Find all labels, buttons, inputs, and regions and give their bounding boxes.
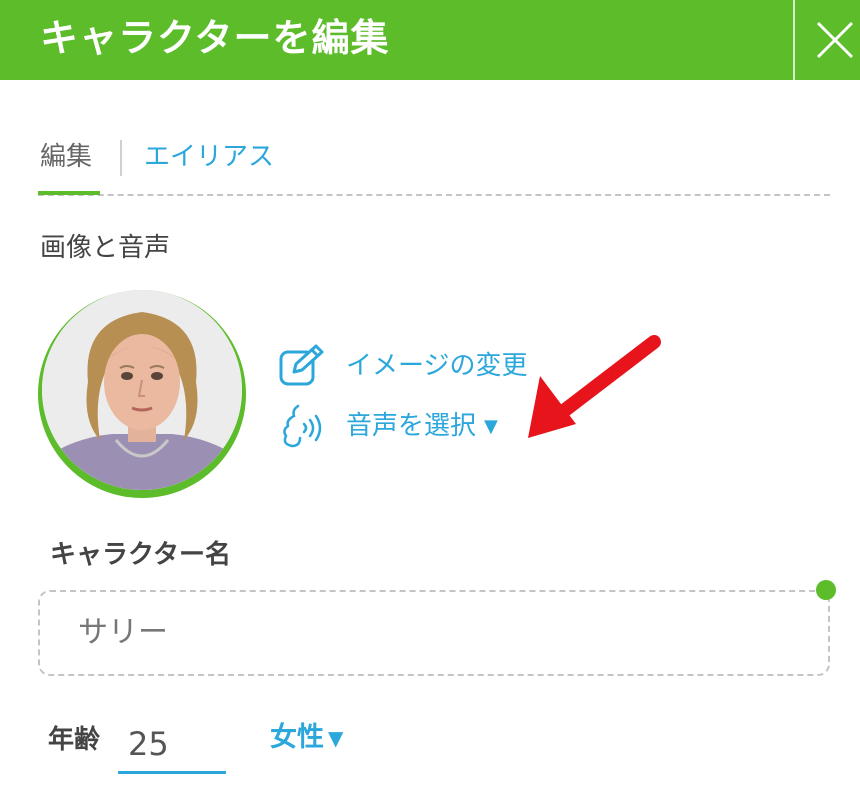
tab-edit[interactable]: 編集 <box>40 140 92 174</box>
header-divider <box>793 0 795 80</box>
character-name-label: キャラクター名 <box>50 540 231 570</box>
change-image-label: イメージの変更 <box>346 351 528 381</box>
section-title-image-voice: 画像と音声 <box>40 233 171 263</box>
age-label: 年齢 <box>48 725 101 755</box>
tab-divider-line <box>38 194 830 196</box>
gender-dropdown[interactable]: 女性 ▼ <box>270 718 343 758</box>
gender-value: 女性 <box>270 722 324 753</box>
status-dot <box>816 580 836 600</box>
select-voice-label: 音声を選択 <box>346 411 477 441</box>
select-voice-dropdown[interactable]: 音声を選択 ▼ <box>278 402 498 450</box>
close-button[interactable] <box>796 0 860 80</box>
tab-separator <box>120 140 122 176</box>
voice-icon <box>283 404 322 448</box>
character-name-input[interactable]: サリー <box>38 590 830 676</box>
edit-icon <box>279 344 324 386</box>
active-tab-indicator <box>38 191 100 195</box>
age-input[interactable]: 25 <box>118 718 226 774</box>
tab-alias[interactable]: エイリアス <box>144 140 274 174</box>
red-arrow-annotation-icon <box>528 335 661 438</box>
chevron-down-icon: ▼ <box>484 415 498 437</box>
avatar[interactable] <box>42 290 242 490</box>
close-icon <box>816 21 854 59</box>
chevron-down-icon: ▼ <box>328 726 344 750</box>
dialog-header: キャラクターを編集 <box>0 0 860 80</box>
character-portrait <box>42 290 242 490</box>
change-image-link[interactable]: イメージの変更 <box>278 342 527 390</box>
dialog-title: キャラクターを編集 <box>40 16 390 60</box>
